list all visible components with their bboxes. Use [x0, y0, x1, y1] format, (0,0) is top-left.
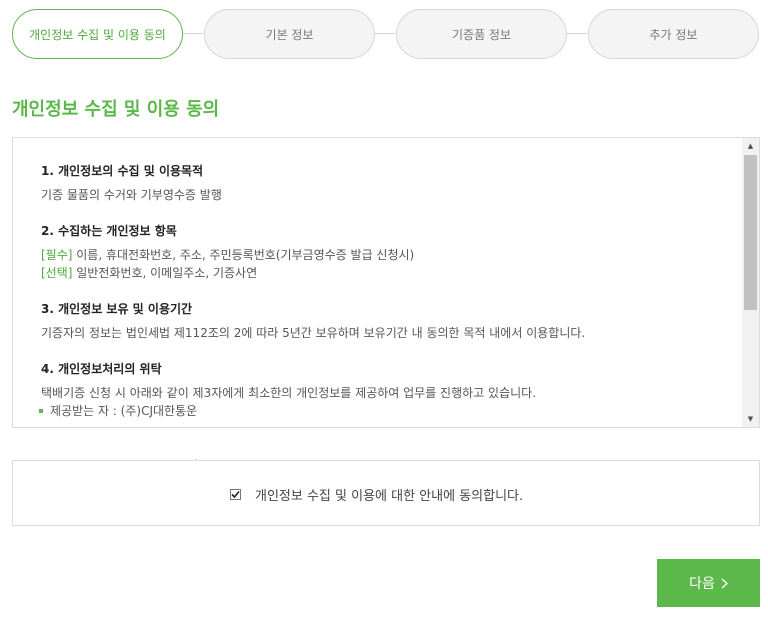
scroll-down-icon[interactable]: ▼: [742, 411, 759, 427]
check-icon: [231, 490, 240, 499]
agree-label[interactable]: 개인정보 수집 및 이용에 대한 안내에 동의합니다.: [255, 485, 523, 504]
chevron-right-icon: [721, 578, 728, 588]
terms-text: 택배기증 신청 시 아래와 같이 제3자에게 최소한의 개인정보를 제공하여 업…: [41, 386, 537, 400]
step-privacy-consent[interactable]: 개인정보 수집 및 이용 동의: [12, 9, 183, 59]
required-tag: [필수]: [41, 248, 73, 262]
terms-text: 기증 물품의 수거와 기부영수증 발행: [41, 188, 222, 202]
terms-section-items: 2. 수집하는 개인정보 항목 [필수] 이름, 휴대전화번호, 주소, 주민등…: [41, 222, 729, 282]
terms-text: [필수] 이름, 휴대전화번호, 주소, 주민등록번호(기부금영수증 발급 신청…: [41, 246, 729, 264]
next-button-label: 다음: [689, 576, 715, 592]
step-connector: [183, 33, 205, 34]
terms-box[interactable]: 1. 개인정보의 수집 및 이용목적 기증 물품의 수거와 기부영수증 발행 2…: [12, 137, 760, 428]
scroll-thumb[interactable]: [744, 155, 757, 310]
terms-content: 1. 개인정보의 수집 및 이용목적 기증 물품의 수거와 기부영수증 발행 2…: [39, 162, 729, 427]
terms-text: 기증자의 정보는 법인세법 제112조의 2에 따라 5년간 보유하며 보유기간…: [41, 326, 586, 340]
scroll-up-icon[interactable]: ▲: [742, 138, 759, 154]
bullet-icon: [39, 409, 43, 413]
agreement-box: 개인정보 수집 및 이용에 대한 안내에 동의합니다.: [12, 460, 760, 526]
optional-items: 일반전화번호, 이메일주소, 기증사연: [72, 266, 258, 280]
page-title: 개인정보 수집 및 이용 동의: [12, 99, 220, 120]
list-item: 제공받는 자 : (주)CJ대한통운: [39, 402, 729, 420]
terms-section-outsourcing: 4. 개인정보처리의 위탁 택배기증 신청 시 아래와 같이 제3자에게 최소한…: [39, 360, 729, 420]
step-basic-info[interactable]: 기본 정보: [204, 9, 375, 59]
agree-checkbox[interactable]: [230, 489, 241, 500]
step-additional-info[interactable]: 추가 정보: [588, 9, 759, 59]
terms-heading: 2. 수집하는 개인정보 항목: [41, 224, 177, 238]
step-donation-info[interactable]: 기증품 정보: [396, 9, 567, 59]
step-connector: [567, 33, 589, 34]
next-button[interactable]: 다음: [657, 559, 760, 607]
terms-text: [선택] 일반전화번호, 이메일주소, 기증사연: [41, 264, 729, 282]
terms-heading: 4. 개인정보처리의 위탁: [41, 362, 162, 376]
terms-heading: 3. 개인정보 보유 및 이용기간: [41, 302, 193, 316]
terms-section-purpose: 1. 개인정보의 수집 및 이용목적 기증 물품의 수거와 기부영수증 발행: [41, 162, 729, 204]
list-item-text: 제공받는 자 : (주)CJ대한통운: [50, 404, 198, 418]
optional-tag: [선택]: [41, 266, 73, 280]
terms-heading: 1. 개인정보의 수집 및 이용목적: [41, 164, 204, 178]
scrollbar[interactable]: ▲ ▼: [742, 138, 759, 427]
terms-section-retention: 3. 개인정보 보유 및 이용기간 기증자의 정보는 법인세법 제112조의 2…: [41, 300, 729, 342]
step-indicator: 개인정보 수집 및 이용 동의 기본 정보 기증품 정보 추가 정보: [12, 9, 760, 59]
step-connector: [375, 33, 397, 34]
required-items: 이름, 휴대전화번호, 주소, 주민등록번호(기부금영수증 발급 신청시): [72, 248, 415, 262]
